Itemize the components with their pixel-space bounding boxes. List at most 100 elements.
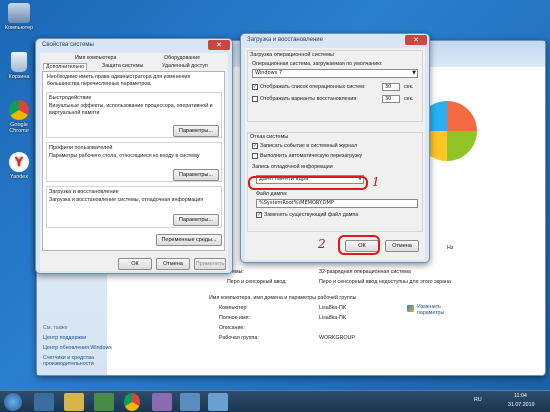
performance-title: Быстродействие: [49, 95, 92, 101]
pen-touch-value: Перо и сенсорный ввод недоступны для это…: [319, 279, 451, 285]
window-title: Свойства системы: [42, 42, 94, 48]
log-event-checkbox[interactable]: ✓: [252, 143, 258, 149]
desktop-icon-chrome[interactable]: Google Chrome: [2, 100, 36, 134]
system-properties-icon[interactable]: [208, 393, 228, 411]
default-os-value: Windows 7: [255, 70, 283, 76]
system-properties-window: Свойства системы ✕ Имя компьютера Оборуд…: [35, 38, 233, 274]
dialog-title: Загрузка и восстановление: [247, 37, 323, 43]
auto-reboot-checkbox[interactable]: [252, 153, 258, 159]
desktop: Компьютер Корзина Google Chrome Y Yandex…: [0, 0, 550, 412]
desktop-icon-label: Компьютер: [4, 25, 34, 31]
profiles-group: Профили пользователей Параметры рабочего…: [46, 142, 222, 182]
desktop-icon-label: Yandex: [9, 174, 29, 180]
show-recovery-seconds[interactable]: 30: [382, 95, 400, 103]
overwrite-checkbox[interactable]: ✓: [256, 212, 262, 218]
startup-desc: Загрузка и восстановление системы, отлад…: [49, 197, 204, 203]
cpu-speed-suffix: Hz: [447, 245, 454, 251]
default-os-select[interactable]: Windows 7 ▼: [252, 69, 418, 78]
tab-computer-name[interactable]: Имя компьютера: [75, 55, 116, 61]
os-boot-group: Загрузка операционной системы Операционн…: [247, 50, 423, 122]
highlight-ok-button: [338, 235, 380, 255]
tab-advanced[interactable]: Дополнительно: [43, 63, 88, 70]
link-windows-update[interactable]: Центр обновления Windows: [43, 345, 112, 351]
dump-file-input[interactable]: %SystemRoot%\MEMORY.DMP: [256, 199, 418, 208]
advanced-tab-panel: Необходимо иметь права администратора дл…: [42, 71, 225, 251]
full-name-label: Полное имя:: [219, 315, 250, 321]
show-recovery-label: Отображать варианты восстановления:: [260, 96, 358, 102]
highlight-debug-select: [248, 176, 368, 190]
show-os-list-seconds[interactable]: 30: [382, 83, 400, 91]
seconds-label: сек.: [404, 84, 414, 90]
system-type-value: 32-разрядная операционная система: [319, 269, 411, 275]
tab-system-protection[interactable]: Защита системы: [102, 63, 143, 69]
chrome-icon[interactable]: [124, 393, 140, 411]
performance-desc: Визуальные эффекты, использование процес…: [49, 103, 213, 116]
system-failure-title: Отказ системы: [250, 134, 289, 140]
startup-recovery-dialog: Загрузка и восстановление ✕ Загрузка опе…: [240, 33, 430, 263]
startup-title: Загрузка и восстановление: [49, 189, 119, 195]
chevron-down-icon: ▼: [412, 70, 416, 76]
startup-group: Загрузка и восстановление Загрузка и вос…: [46, 186, 222, 228]
desktop-icon-yandex[interactable]: Y Yandex: [2, 152, 36, 180]
language-indicator[interactable]: RU: [474, 397, 482, 403]
show-recovery-checkbox[interactable]: [252, 96, 258, 102]
full-name-value: Lisa8ka-ПК: [319, 315, 346, 321]
startup-settings-button[interactable]: Параметры...: [173, 214, 219, 226]
system-properties-body: Имя компьютера Оборудование Дополнительн…: [40, 53, 228, 271]
clock-time: 11:04: [514, 393, 527, 399]
admin-note: Необходимо иметь права администратора дл…: [47, 74, 191, 87]
ie-icon[interactable]: [34, 393, 54, 411]
close-icon[interactable]: ✕: [208, 40, 230, 50]
step-1-marker: 1: [372, 175, 380, 189]
computer-value: Lisa8ka-ПК: [319, 305, 346, 311]
desktop-icon-computer[interactable]: Компьютер: [2, 3, 36, 31]
media-player-icon[interactable]: [94, 393, 114, 411]
step-2-marker: 2: [318, 237, 326, 251]
recycle-bin-icon: [11, 52, 27, 72]
performance-group: Быстродействие Визуальные эффекты, испол…: [46, 92, 222, 138]
profiles-settings-button[interactable]: Параметры...: [173, 169, 219, 181]
profiles-desc: Параметры рабочего стола, относящиеся ко…: [49, 153, 200, 159]
auto-reboot-label: Выполнить автоматическую перезагрузку: [260, 153, 363, 159]
seconds-label: сек.: [404, 96, 414, 102]
workgroup-label: Рабочая группа:: [219, 335, 259, 341]
computer-name-section: Имя компьютера, имя домена и параметры р…: [209, 295, 357, 301]
app-icon[interactable]: [152, 393, 172, 411]
see-also-heading: См. также: [43, 325, 68, 331]
default-os-label: Операционная система, загружаемая по умо…: [252, 61, 383, 67]
clock-date: 31.07.2019: [508, 402, 535, 408]
start-button-icon[interactable]: [4, 393, 22, 411]
taskbar: RU 11:04 31.07.2019: [0, 390, 550, 412]
computer-label: Компьютер:: [219, 305, 248, 311]
close-icon[interactable]: ✕: [405, 35, 427, 45]
apply-button[interactable]: Применить: [194, 258, 226, 270]
ok-button[interactable]: ОК: [118, 258, 152, 270]
explorer-icon[interactable]: [64, 393, 84, 411]
change-settings-link[interactable]: Изменить параметры: [417, 304, 463, 316]
show-os-list-checkbox[interactable]: ✓: [252, 84, 258, 90]
cancel-button[interactable]: Отмена: [156, 258, 190, 270]
profiles-title: Профили пользователей: [49, 145, 113, 151]
log-event-label: Записать событие в системный журнал: [260, 143, 358, 149]
startup-dialog-body: Загрузка операционной системы Операционн…: [245, 48, 425, 260]
link-action-center[interactable]: Центр поддержки: [43, 335, 86, 341]
link-performance[interactable]: Счетчики и средства производительности: [43, 355, 107, 367]
desktop-icon-label: Google Chrome: [9, 122, 29, 134]
environment-variables-button[interactable]: Переменные среды...: [156, 234, 222, 246]
dump-file-label: Файл дампа:: [256, 191, 288, 197]
watermark-text: user-life.com: [410, 356, 520, 371]
pen-touch-label: Перо и сенсорный ввод:: [227, 279, 287, 285]
shield-icon: [407, 305, 414, 312]
description-label: Описание:: [219, 325, 245, 331]
yandex-icon: Y: [9, 152, 29, 172]
overwrite-label: Заменять существующий файл дампа: [264, 212, 359, 218]
cancel-button[interactable]: Отмена: [385, 240, 419, 252]
desktop-icon-label: Корзина: [8, 74, 30, 80]
performance-settings-button[interactable]: Параметры...: [173, 125, 219, 137]
control-panel-icon[interactable]: [180, 393, 200, 411]
os-boot-title: Загрузка операционной системы: [250, 52, 334, 58]
tab-remote[interactable]: Удаленный доступ: [162, 63, 208, 69]
desktop-icon-recycle-bin[interactable]: Корзина: [2, 52, 36, 80]
tab-hardware[interactable]: Оборудование: [164, 55, 200, 61]
show-os-list-label: Отображать список операционных систем:: [260, 84, 366, 90]
